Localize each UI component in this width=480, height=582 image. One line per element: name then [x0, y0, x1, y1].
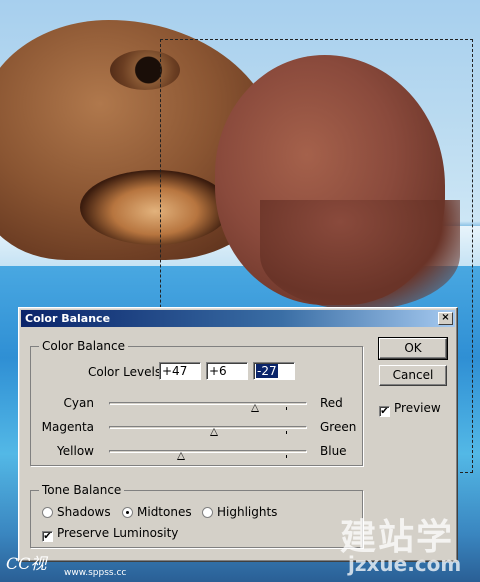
radio-label-midtones: Midtones — [137, 505, 192, 519]
slider-row-yellow-blue: Yellow Blue — [31, 444, 364, 464]
close-button[interactable]: × — [438, 312, 453, 325]
slider-row-cyan-red: Cyan Red — [31, 396, 364, 416]
radio-label-shadows: Shadows — [57, 505, 111, 519]
selected-text: -27 — [256, 364, 278, 378]
radio-button-selected — [122, 507, 133, 518]
dialog-titlebar[interactable]: Color Balance × — [21, 310, 455, 327]
slider-track-magenta-green[interactable] — [109, 426, 307, 434]
level-cyan-red-input[interactable]: +47 — [159, 362, 201, 380]
radio-midtones[interactable]: Midtones — [122, 505, 192, 519]
slider-thumb-yellow-blue[interactable] — [177, 452, 186, 460]
slider-label-red: Red — [320, 396, 343, 410]
slider-label-yellow: Yellow — [57, 444, 94, 458]
radio-highlights[interactable]: Highlights — [202, 505, 277, 519]
center-tick — [286, 407, 287, 410]
slider-track-yellow-blue[interactable] — [109, 450, 307, 458]
slider-label-cyan: Cyan — [63, 396, 94, 410]
watermark-left-logo: CC视 — [6, 554, 47, 573]
radio-label-highlights: Highlights — [217, 505, 278, 519]
center-tick — [286, 431, 287, 434]
watermark-left-url: www.sppss.cc — [64, 568, 127, 578]
tone-balance-group: Tone Balance Shadows Midtones Highlights… — [30, 483, 363, 548]
checkmark-icon: ✔ — [379, 406, 390, 417]
preserve-luminosity-label: Preserve Luminosity — [57, 526, 179, 540]
tone-balance-group-title: Tone Balance — [39, 483, 125, 497]
close-icon: × — [441, 312, 450, 323]
slider-row-magenta-green: Magenta Green — [31, 420, 364, 440]
slider-track-cyan-red[interactable] — [109, 402, 307, 410]
radio-button — [42, 507, 53, 518]
watermark-url: jzxue.com — [348, 552, 462, 576]
preview-label: Preview — [394, 401, 441, 415]
slider-label-blue: Blue — [320, 444, 347, 458]
slider-label-magenta: Magenta — [41, 420, 94, 434]
dialog-title: Color Balance — [25, 312, 111, 325]
color-balance-group-title: Color Balance — [39, 339, 129, 353]
radio-button — [202, 507, 213, 518]
cancel-button[interactable]: Cancel — [379, 365, 447, 386]
slider-label-green: Green — [320, 420, 357, 434]
ok-button[interactable]: OK — [378, 337, 448, 360]
color-levels-label: Color Levels: — [88, 365, 166, 379]
color-balance-group: Color Balance Color Levels: +47 +6 -27 C… — [30, 339, 364, 466]
level-yellow-blue-input[interactable]: -27 — [253, 362, 295, 380]
slider-thumb-cyan-red[interactable] — [250, 404, 259, 412]
slider-thumb-magenta-green[interactable] — [209, 428, 218, 436]
preserve-luminosity-checkbox[interactable]: ✔ Preserve Luminosity — [42, 526, 178, 542]
checkmark-icon: ✔ — [42, 531, 53, 542]
preview-checkbox[interactable]: ✔ Preview — [379, 401, 441, 417]
center-tick — [286, 455, 287, 458]
level-magenta-green-input[interactable]: +6 — [206, 362, 248, 380]
radio-shadows[interactable]: Shadows — [42, 505, 111, 519]
